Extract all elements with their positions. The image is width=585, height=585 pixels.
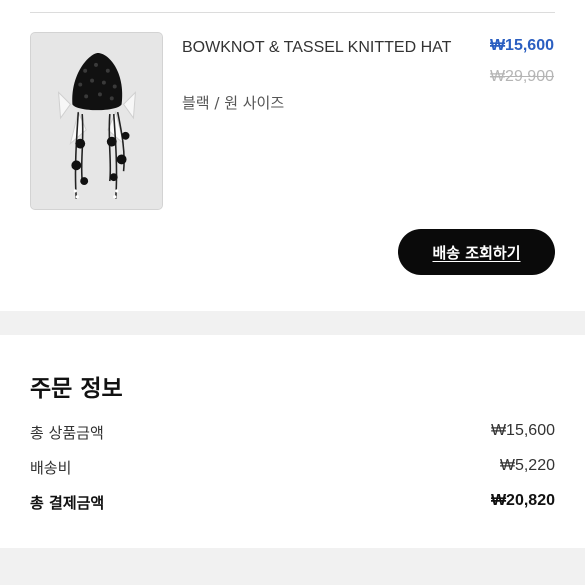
- section-divider: [0, 311, 585, 335]
- order-row-value: ₩15,600: [490, 422, 555, 439]
- product-name[interactable]: BOWKNOT & TASSEL KNITTED HAT: [182, 35, 462, 61]
- knitted-hat-icon: [31, 33, 162, 209]
- original-price: ₩29,900: [489, 68, 554, 85]
- order-row-subtotal: 총 상품금액 ₩15,600: [30, 422, 555, 443]
- order-row-label: 총 상품금액: [30, 424, 104, 442]
- track-shipping-button[interactable]: 배송 조회하기: [398, 229, 555, 275]
- product-image[interactable]: [30, 32, 163, 210]
- order-row-value: ₩20,820: [490, 492, 555, 509]
- sale-price: ₩15,600: [489, 37, 554, 54]
- order-row-shipping: 배송비 ₩5,220: [30, 457, 555, 478]
- top-divider: [30, 12, 555, 13]
- order-row-label: 총 결제금액: [30, 494, 105, 512]
- order-info-title: 주문 정보: [30, 376, 123, 402]
- product-option: 블랙 / 원 사이즈: [182, 94, 285, 112]
- section-divider: [0, 548, 585, 585]
- order-row-value: ₩5,220: [499, 457, 555, 474]
- order-row-label: 배송비: [30, 459, 72, 477]
- order-row-total: 총 결제금액 ₩20,820: [30, 492, 555, 513]
